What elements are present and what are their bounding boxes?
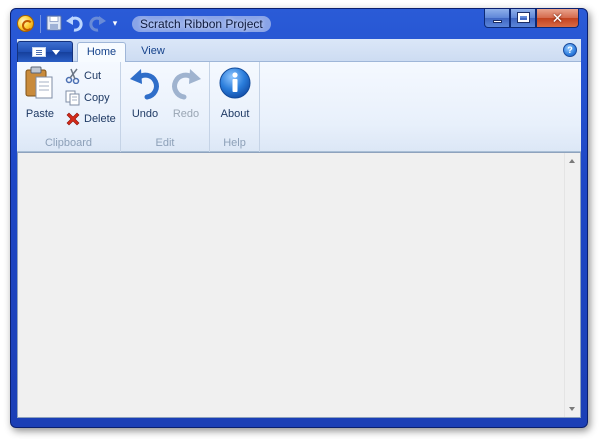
tab-view[interactable]: View	[133, 42, 173, 63]
application-menu-icon	[32, 47, 46, 57]
app-icon[interactable]	[17, 15, 34, 32]
paste-label: Paste	[25, 108, 55, 120]
undo-icon	[130, 69, 159, 100]
application-menu-button[interactable]	[17, 41, 73, 62]
group-label-help: Help	[223, 137, 246, 149]
tab-home[interactable]: Home	[77, 42, 126, 63]
maximize-icon	[517, 12, 530, 23]
copy-button[interactable]: Copy	[61, 88, 119, 108]
close-icon: ✕	[551, 10, 564, 26]
window-title: Scratch Ribbon Project	[132, 16, 271, 32]
title-bar[interactable]: ▾ Scratch Ribbon Project ✕	[11, 9, 587, 39]
group-clipboard: Paste Cut Copy Delete Clipboard	[17, 62, 121, 152]
delete-label: Delete	[84, 113, 116, 125]
cut-label: Cut	[84, 70, 102, 82]
copy-icon	[65, 90, 80, 106]
delete-button[interactable]: Delete	[61, 109, 119, 129]
redo-icon	[89, 16, 106, 32]
vertical-scrollbar[interactable]	[564, 153, 580, 417]
redo-label: Redo	[172, 108, 200, 120]
save-icon[interactable]	[46, 15, 62, 31]
close-button[interactable]: ✕	[536, 9, 579, 28]
about-button[interactable]: About	[214, 64, 256, 124]
copy-label: Copy	[84, 92, 110, 104]
group-edit: Undo Redo Edit	[121, 62, 210, 152]
maximize-button[interactable]	[510, 9, 536, 28]
about-label: About	[220, 108, 250, 120]
chevron-down-icon	[52, 50, 60, 55]
paste-icon	[25, 66, 53, 99]
help-icon[interactable]: ?	[563, 43, 577, 57]
app-window: ▾ Scratch Ribbon Project ✕ Home View ? P…	[10, 8, 588, 428]
group-label-edit: Edit	[155, 137, 175, 149]
undo-label: Undo	[131, 108, 159, 120]
undo-button[interactable]: Undo	[124, 64, 166, 124]
qat-customize-icon[interactable]: ▾	[110, 17, 120, 29]
document-area[interactable]	[17, 152, 581, 418]
undo-icon[interactable]	[66, 14, 84, 32]
caption-buttons: ✕	[484, 9, 579, 28]
delete-icon	[66, 112, 80, 126]
redo-button: Redo	[165, 64, 207, 124]
cut-button[interactable]: Cut	[61, 66, 119, 86]
redo-icon	[172, 69, 201, 100]
info-icon	[219, 67, 251, 99]
minimize-icon	[493, 20, 502, 23]
minimize-button[interactable]	[484, 9, 510, 28]
ribbon: Home View ? Paste Cut Copy Delete Clipbo…	[17, 39, 581, 152]
scroll-down-arrow-icon[interactable]	[569, 407, 575, 411]
scissors-icon	[65, 68, 80, 84]
qat-separator	[40, 15, 41, 33]
ribbon-tab-strip: Home View ?	[17, 39, 581, 63]
paste-button[interactable]: Paste	[19, 64, 61, 124]
group-label-clipboard: Clipboard	[44, 137, 93, 149]
ribbon-panel-home: Paste Cut Copy Delete Clipboard Undo Red…	[17, 62, 581, 152]
group-help: About Help	[210, 62, 260, 152]
scroll-up-arrow-icon[interactable]	[569, 159, 575, 163]
